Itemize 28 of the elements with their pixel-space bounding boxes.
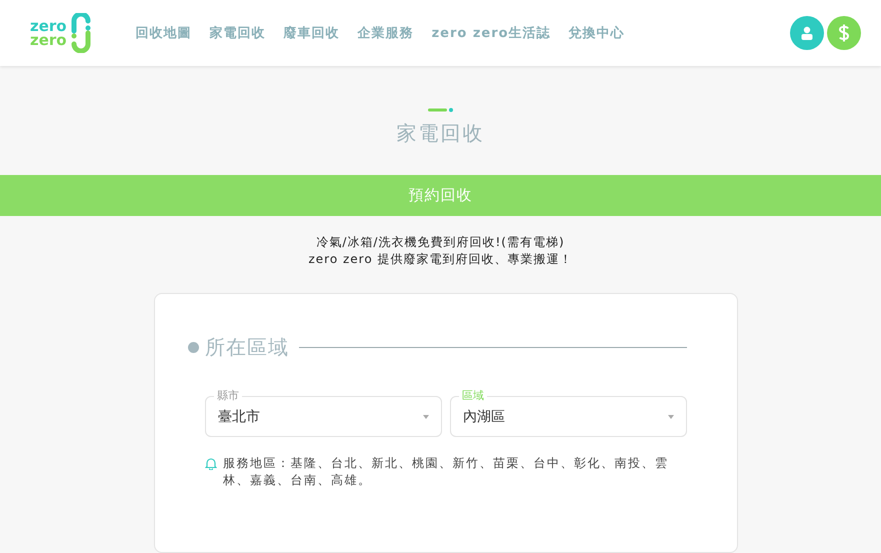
bullet-icon [188, 342, 199, 353]
select-field[interactable]: 區域 內湖區 [450, 389, 687, 437]
user-button[interactable] [790, 16, 824, 50]
nav-link[interactable]: 家電回收 [210, 24, 266, 42]
points-button[interactable] [827, 16, 861, 50]
bell-icon [205, 457, 217, 470]
nav-link[interactable]: 企業服務 [358, 24, 414, 42]
service-area-note: 服務地區：基隆、台北、新北、桃園、新竹、苗栗、台中、彰化、南投、雲林、嘉義、台南、高雄。 [223, 455, 670, 489]
banner: 預約回收 [0, 175, 881, 216]
nav-link[interactable]: 廢車回收 [284, 24, 340, 42]
caret-icon [668, 414, 674, 418]
section-heading: 所在區域 [205, 334, 289, 361]
intro-text: 冷氣/冰箱/洗衣機免費到府回收!(需有電梯) [315, 234, 566, 251]
nav-link[interactable]: zero zero生活誌 [432, 24, 551, 42]
dollar-icon [838, 23, 850, 43]
select-field[interactable]: 縣市 臺北市 [205, 389, 442, 437]
page-title: 家電回收 [396, 120, 484, 147]
intro-text: zero zero 提供廢家電到府回收、專業搬運！ [307, 251, 574, 268]
title-accent-icon [428, 108, 454, 112]
field-value: 內湖區 [463, 408, 505, 426]
user-icon [800, 26, 814, 40]
field-label: 縣市 [214, 389, 242, 403]
caret-icon [423, 414, 429, 418]
field-value: 臺北市 [218, 408, 260, 426]
field-label: 區域 [459, 389, 487, 403]
logo[interactable]: zero zero [30, 13, 92, 53]
nav-link[interactable]: 兌換中心 [568, 24, 625, 42]
nav-link[interactable]: 回收地圖 [136, 24, 192, 42]
